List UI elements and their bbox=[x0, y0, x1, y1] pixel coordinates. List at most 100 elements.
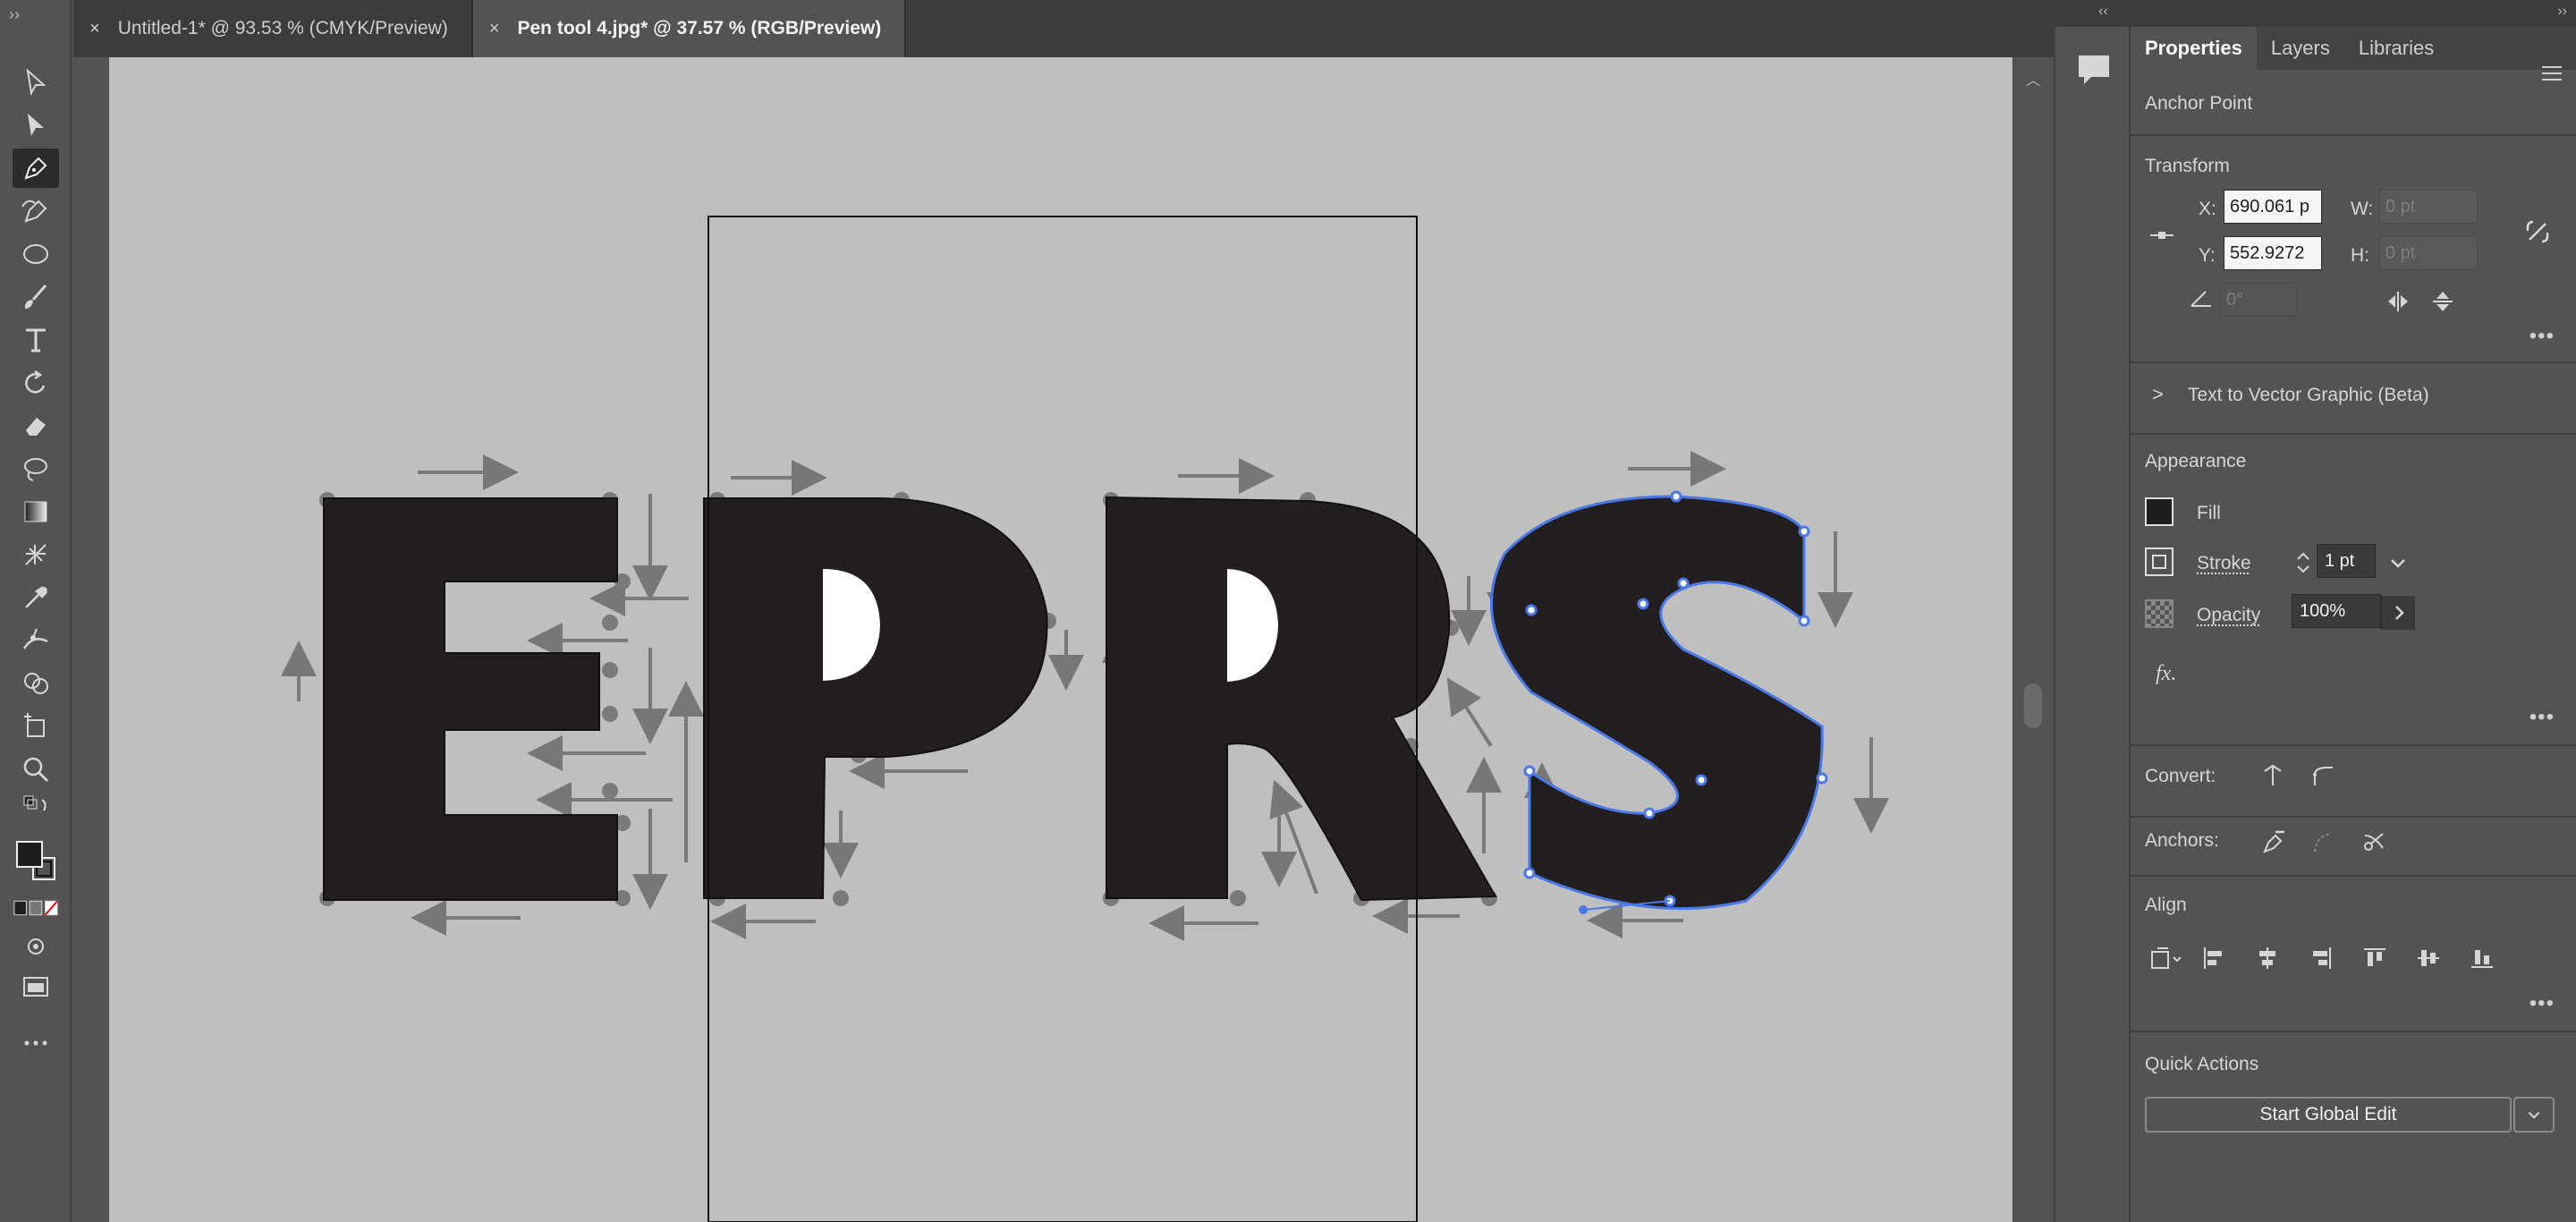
cut-path-icon[interactable] bbox=[2358, 825, 2392, 859]
stroke-swatch[interactable] bbox=[2145, 547, 2174, 576]
close-tab-icon[interactable]: × bbox=[489, 19, 500, 39]
text-to-vector-label[interactable]: Text to Vector Graphic (Beta) bbox=[2188, 385, 2429, 406]
rotate-angle-input[interactable]: 0° bbox=[2220, 283, 2297, 317]
align-bottom-icon[interactable] bbox=[2465, 941, 2499, 975]
tab-layers[interactable]: Layers bbox=[2257, 27, 2344, 70]
opacity-label[interactable]: Opacity bbox=[2197, 605, 2260, 626]
fill-stroke-icon[interactable] bbox=[13, 832, 59, 889]
constrain-proportions-icon[interactable] bbox=[2521, 215, 2555, 249]
gradient-tool-icon[interactable] bbox=[13, 492, 59, 531]
opacity-input[interactable]: 100% bbox=[2292, 594, 2381, 628]
vertical-scrollbar[interactable]: ︿ bbox=[2012, 57, 2052, 1222]
align-to-icon[interactable] bbox=[2145, 941, 2191, 975]
draw-mode-icon[interactable] bbox=[13, 927, 59, 966]
width-input[interactable]: 0 pt bbox=[2379, 190, 2478, 224]
tab-libraries[interactable]: Libraries bbox=[2344, 27, 2448, 70]
remove-anchor-icon[interactable] bbox=[2256, 825, 2290, 859]
illustrator-window: ›› × Untitled-1* @ 93.53 % (CMYK/Preview… bbox=[0, 0, 2576, 1222]
align-left-icon[interactable] bbox=[2197, 941, 2231, 975]
opacity-swatch[interactable] bbox=[2145, 599, 2174, 628]
close-tab-icon[interactable]: × bbox=[89, 19, 100, 39]
canvas-area[interactable] bbox=[73, 57, 2014, 1222]
type-tool-icon[interactable] bbox=[13, 320, 59, 360]
artboard-tool-icon[interactable] bbox=[13, 707, 59, 746]
tab-title: Untitled-1* @ 93.53 % (CMYK/Preview) bbox=[117, 18, 448, 38]
fill-label: Fill bbox=[2197, 503, 2221, 523]
y-position-input[interactable]: 552.9272 bbox=[2224, 236, 2322, 270]
curvature-tool-icon[interactable] bbox=[13, 191, 59, 231]
eyedropper-tool-icon[interactable] bbox=[13, 578, 59, 617]
tools-panel: ›› bbox=[0, 0, 72, 1222]
h-label: H: bbox=[2351, 245, 2369, 266]
appearance-more-options-icon[interactable]: ••• bbox=[2529, 705, 2555, 730]
zoom-tool-icon[interactable] bbox=[13, 750, 59, 789]
anchors-label: Anchors: bbox=[2145, 830, 2219, 851]
chevron-right-icon[interactable]: > bbox=[2152, 383, 2164, 406]
screen-mode-icon[interactable] bbox=[13, 968, 59, 1007]
shape-builder-tool-icon[interactable] bbox=[13, 664, 59, 703]
scroll-up-icon[interactable]: ︿ bbox=[2026, 68, 2040, 89]
letter-R[interactable] bbox=[1106, 496, 1497, 902]
x-position-input[interactable]: 690.061 p bbox=[2224, 190, 2322, 224]
panel-collapse-icon[interactable]: ›› bbox=[2131, 0, 2576, 27]
letter-S[interactable] bbox=[1489, 495, 1824, 911]
transform-more-options-icon[interactable]: ••• bbox=[2529, 324, 2555, 349]
selection-type-label: Anchor Point bbox=[2145, 93, 2253, 114]
flip-vertical-icon[interactable] bbox=[2426, 284, 2460, 318]
connect-anchors-icon[interactable] bbox=[2306, 825, 2340, 859]
flip-horizontal-icon[interactable] bbox=[2381, 284, 2415, 318]
comments-icon[interactable] bbox=[2075, 48, 2113, 91]
swap-fill-stroke-icon[interactable] bbox=[13, 793, 59, 823]
align-horizontal-center-icon[interactable] bbox=[2250, 941, 2284, 975]
more-tools-icon[interactable] bbox=[13, 1023, 59, 1063]
convert-label: Convert: bbox=[2145, 766, 2216, 786]
fx-icon[interactable]: fx. bbox=[2156, 662, 2176, 686]
panel-menu-icon[interactable] bbox=[2542, 66, 2562, 85]
panel-tabs: Properties Layers Libraries bbox=[2131, 27, 2576, 81]
stroke-label[interactable]: Stroke bbox=[2197, 553, 2251, 574]
mesh-tool-icon[interactable] bbox=[13, 535, 59, 574]
collapse-icon[interactable]: ‹‹ bbox=[2055, 0, 2129, 27]
align-right-icon[interactable] bbox=[2304, 941, 2338, 975]
document-tabs: × Untitled-1* @ 93.53 % (CMYK/Preview) ×… bbox=[73, 0, 2054, 57]
document-tab-untitled[interactable]: × Untitled-1* @ 93.53 % (CMYK/Preview) bbox=[73, 0, 473, 57]
selection-tool-icon[interactable] bbox=[13, 63, 59, 102]
align-more-options-icon[interactable]: ••• bbox=[2529, 991, 2555, 1016]
properties-panel: ›› Properties Layers Libraries Anchor Po… bbox=[2131, 0, 2576, 1222]
reference-point-icon[interactable] bbox=[2145, 218, 2179, 252]
fill-swatch[interactable] bbox=[2145, 497, 2174, 526]
puppet-warp-tool-icon[interactable] bbox=[13, 621, 59, 660]
global-edit-options-button[interactable] bbox=[2513, 1097, 2555, 1133]
document-tab-pen-tool[interactable]: × Pen tool 4.jpg* @ 37.57 % (RGB/Preview… bbox=[472, 0, 907, 57]
stroke-stepper-icon[interactable] bbox=[2292, 546, 2315, 580]
tab-title: Pen tool 4.jpg* @ 37.57 % (RGB/Preview) bbox=[517, 18, 882, 38]
scrollbar-thumb[interactable] bbox=[2024, 683, 2042, 728]
collapsed-panel-strip: ‹‹ bbox=[2054, 0, 2131, 1222]
chevron-right-icon[interactable] bbox=[2381, 596, 2415, 630]
rotate-angle-icon bbox=[2184, 281, 2218, 315]
ellipse-tool-icon[interactable] bbox=[13, 234, 59, 274]
letter-P[interactable] bbox=[703, 497, 1048, 899]
chevron-down-icon bbox=[2528, 1111, 2540, 1119]
align-vertical-center-icon[interactable] bbox=[2411, 941, 2445, 975]
convert-smooth-icon[interactable] bbox=[2306, 759, 2340, 793]
rotate-tool-icon[interactable] bbox=[13, 363, 59, 403]
tab-properties[interactable]: Properties bbox=[2131, 27, 2257, 70]
color-mode-icon[interactable] bbox=[13, 893, 59, 923]
lasso-tool-icon[interactable] bbox=[13, 449, 59, 488]
align-top-icon[interactable] bbox=[2358, 941, 2392, 975]
stroke-weight-input[interactable]: 1 pt bbox=[2317, 544, 2376, 578]
x-label: X: bbox=[2199, 199, 2216, 219]
transform-title: Transform bbox=[2145, 156, 2230, 176]
eraser-tool-icon[interactable] bbox=[13, 406, 59, 446]
start-global-edit-button[interactable]: Start Global Edit bbox=[2145, 1097, 2512, 1133]
convert-corner-icon[interactable] bbox=[2256, 759, 2290, 793]
direct-selection-tool-icon[interactable] bbox=[13, 106, 59, 145]
artwork-canvas[interactable] bbox=[109, 57, 2014, 1222]
pen-tool-icon[interactable] bbox=[13, 149, 59, 188]
height-input[interactable]: 0 pt bbox=[2379, 236, 2478, 270]
panel-collapse-icon[interactable]: ›› bbox=[9, 5, 20, 24]
letter-E[interactable] bbox=[323, 497, 618, 901]
paintbrush-tool-icon[interactable] bbox=[13, 277, 59, 317]
chevron-down-icon[interactable] bbox=[2381, 546, 2415, 580]
